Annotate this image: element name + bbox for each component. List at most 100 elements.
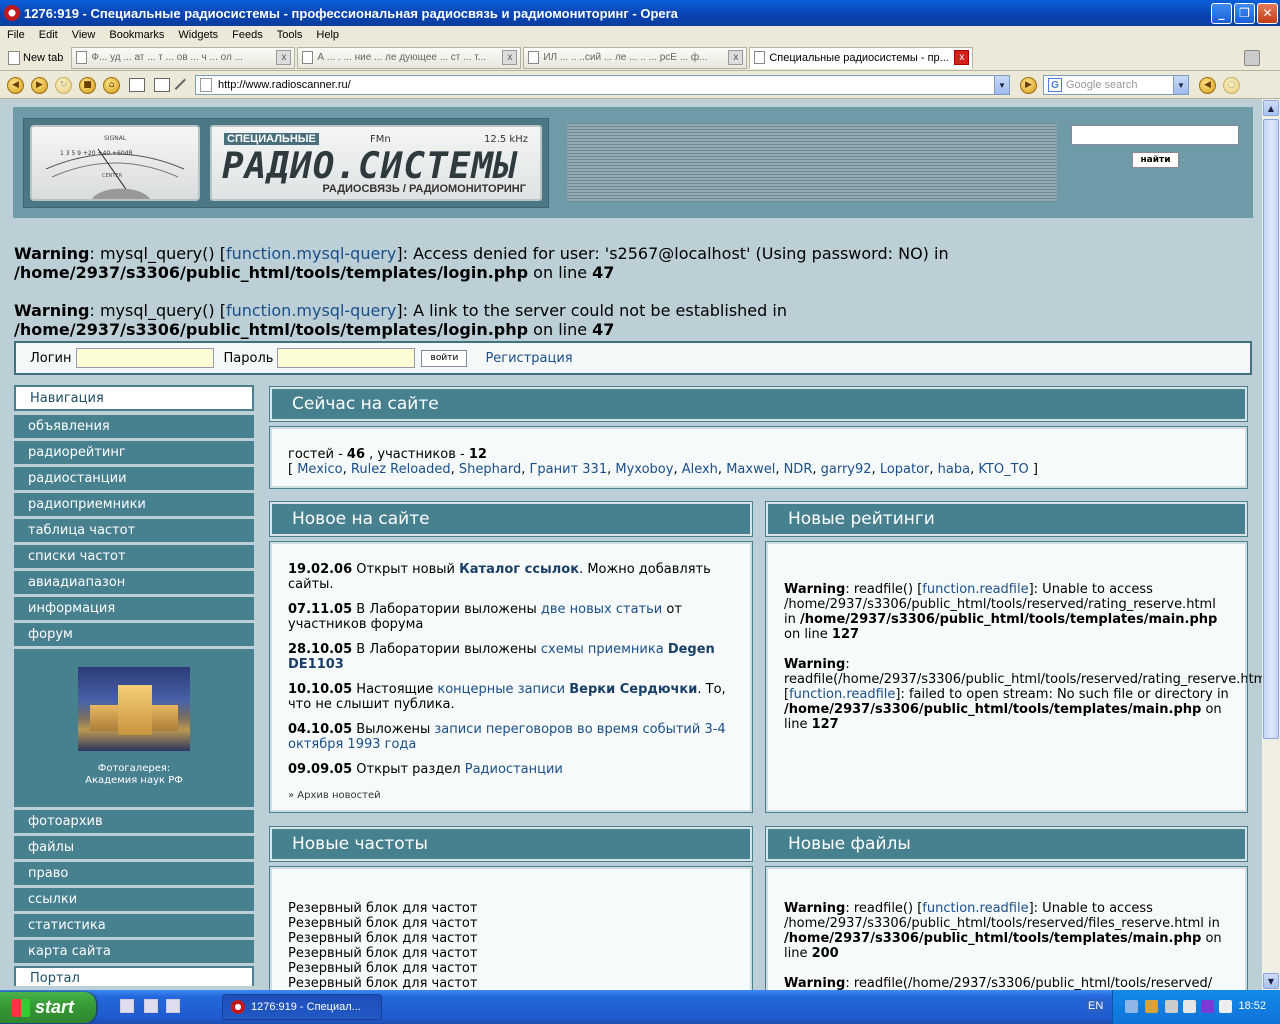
chevron-down-icon[interactable]: ▼ <box>1173 76 1188 94</box>
site-search-input[interactable] <box>1071 125 1239 145</box>
sidebar-item-receivers[interactable]: радиоприемники <box>14 493 254 516</box>
warning-link[interactable]: function.readfile <box>922 582 1028 597</box>
online-user-link[interactable]: Lopator <box>880 462 930 477</box>
online-user-link[interactable]: garry92 <box>821 462 872 477</box>
sidebar-item-forum[interactable]: форум <box>14 623 254 646</box>
online-user-link[interactable]: Myxoboy <box>615 462 673 477</box>
site-search-button[interactable]: найти <box>1132 152 1179 168</box>
online-user-link[interactable]: Alexh <box>682 462 718 477</box>
news-link[interactable]: Радиостанции <box>465 762 563 777</box>
scroll-down-icon[interactable]: ▼ <box>1263 973 1279 989</box>
tray-icon[interactable] <box>1165 1000 1178 1013</box>
online-user-link[interactable]: Mexico <box>297 462 342 477</box>
menu-view[interactable]: View <box>65 29 103 41</box>
login-button[interactable]: войти <box>421 349 468 367</box>
sidebar-item-radiostations[interactable]: радиостанции <box>14 467 254 490</box>
menu-feeds[interactable]: Feeds <box>225 29 270 41</box>
tray-icon[interactable] <box>1125 1000 1138 1013</box>
quicklaunch-icon[interactable] <box>120 999 134 1013</box>
news-link[interactable]: концерные записи <box>437 682 569 697</box>
quicklaunch-icon[interactable] <box>166 999 180 1013</box>
online-user-link[interactable]: haba <box>938 462 970 477</box>
vertical-scrollbar[interactable]: ▲ ▼ <box>1262 99 1280 990</box>
sidebar-item-freq-lists[interactable]: списки частот <box>14 545 254 568</box>
taskbar-window-button[interactable]: 1276:919 - Специал... <box>222 994 382 1020</box>
new-tab-button[interactable]: New tab <box>0 47 69 69</box>
page-viewport[interactable]: SIGNAL 1 3 5 9 +20 +40 +60dB CENTER СПЕЦ… <box>0 99 1262 990</box>
close-button[interactable]: ✕ <box>1257 2 1278 24</box>
trash-icon[interactable] <box>1244 49 1260 66</box>
warning-link[interactable]: function.mysql-query <box>226 301 396 320</box>
menu-file[interactable]: File <box>0 29 32 41</box>
news-link[interactable]: Верки Сердючки <box>569 682 697 697</box>
gallery-photo[interactable] <box>78 667 190 751</box>
tray-icon[interactable] <box>1219 1000 1232 1013</box>
menu-edit[interactable]: Edit <box>32 29 65 41</box>
tray-icon[interactable] <box>1145 1000 1158 1013</box>
password-input[interactable] <box>277 348 416 368</box>
menu-bookmarks[interactable]: Bookmarks <box>102 29 171 41</box>
browser-tab[interactable]: ИЛ ... .. ..сий ... ле ... .. ... рсЕ ..… <box>523 46 748 69</box>
quicklaunch-icon[interactable] <box>144 999 158 1013</box>
start-button[interactable]: start <box>0 992 96 1023</box>
news-archive-link[interactable]: » Архив новостей <box>288 790 381 801</box>
tab-close-icon[interactable]: x <box>728 50 744 65</box>
chevron-down-icon[interactable]: ▼ <box>994 76 1009 94</box>
scroll-thumb[interactable] <box>1263 119 1279 739</box>
address-bar[interactable]: http://www.radioscanner.ru/ ▼ <box>195 75 1010 95</box>
warning-link[interactable]: function.readfile <box>789 687 895 702</box>
online-user-link[interactable]: Гранит 331 <box>529 462 607 477</box>
online-user-link[interactable]: Maxwel <box>726 462 775 477</box>
sidebar-item-stats[interactable]: статистика <box>14 914 254 937</box>
site-logo[interactable]: СПЕЦИАЛЬНЫЕ FMn 12.5 kHz РАДИО.СИСТЕМЫ Р… <box>210 125 542 201</box>
stop-icon[interactable]: ■ <box>79 76 96 94</box>
warning-link[interactable]: function.readfile <box>922 901 1028 916</box>
sidebar-item-radiorating[interactable]: радиорейтинг <box>14 441 254 464</box>
language-indicator[interactable]: EN <box>1086 999 1106 1013</box>
back-icon[interactable]: ◀ <box>7 76 24 94</box>
tab-close-icon[interactable]: x <box>276 50 292 65</box>
tray-icon[interactable] <box>1183 1000 1196 1013</box>
forward-icon[interactable]: ▶ <box>31 76 48 94</box>
browser-tab[interactable]: Ф... уд ... ат ... т ... ов ... ч ... ол… <box>71 46 296 69</box>
online-user-link[interactable]: Rulez Reloaded <box>351 462 451 477</box>
menu-widgets[interactable]: Widgets <box>171 29 225 41</box>
news-link[interactable]: две новых статьи <box>541 602 662 617</box>
home-icon[interactable]: ⌂ <box>103 76 120 94</box>
sidebar-item-sitemap[interactable]: карта сайта <box>14 940 254 963</box>
news-link[interactable]: Каталог ссылок <box>459 562 579 577</box>
photo-caption[interactable]: Фотогалерея: Академия наук РФ <box>14 763 254 787</box>
sidebar-item-freq-table[interactable]: таблица частот <box>14 519 254 542</box>
tab-close-icon[interactable]: x <box>954 50 970 65</box>
attach-icon[interactable] <box>174 78 188 92</box>
sidebar-item-ads[interactable]: объявления <box>14 415 254 438</box>
scroll-up-icon[interactable]: ▲ <box>1263 100 1279 116</box>
tab-close-icon[interactable]: x <box>502 50 518 65</box>
sidebar-item-info[interactable]: информация <box>14 597 254 620</box>
sidebar-item-links[interactable]: ссылки <box>14 888 254 911</box>
sidebar-item-airband[interactable]: авиадиапазон <box>14 571 254 594</box>
page-icon[interactable] <box>154 78 170 92</box>
window-icon[interactable] <box>129 78 145 92</box>
zoom-icon[interactable]: ○ <box>1223 76 1240 94</box>
browser-tab-active[interactable]: Специальные радиосистемы - пр... x <box>749 46 974 69</box>
sidebar-item-photoarchive[interactable]: фотоархив <box>14 810 254 833</box>
menu-tools[interactable]: Tools <box>270 29 310 41</box>
menu-help[interactable]: Help <box>309 29 346 41</box>
online-user-link[interactable]: Shephard <box>459 462 521 477</box>
online-user-link[interactable]: KTO_TO <box>978 462 1028 477</box>
reload-icon[interactable]: ↻ <box>55 76 72 94</box>
window-titlebar[interactable]: 1276:919 - Специальные радиосистемы - пр… <box>0 0 1280 26</box>
go-icon[interactable]: ▶ <box>1020 76 1037 94</box>
browser-tab[interactable]: А ... . ... ние ... ле дующее ... ст ...… <box>297 46 522 69</box>
tray-icon[interactable] <box>1201 1000 1214 1013</box>
news-link[interactable]: схемы приемника <box>541 642 668 657</box>
register-link[interactable]: Регистрация <box>485 351 572 366</box>
sidebar-item-files[interactable]: файлы <box>14 836 254 859</box>
login-input[interactable] <box>75 348 214 368</box>
maximize-button[interactable]: ❐ <box>1234 2 1255 24</box>
minimize-button[interactable]: _ <box>1211 2 1232 24</box>
search-box[interactable]: G Google search ▼ <box>1043 75 1189 95</box>
search-go-icon[interactable]: ◀ <box>1199 76 1216 94</box>
sidebar-item-law[interactable]: право <box>14 862 254 885</box>
